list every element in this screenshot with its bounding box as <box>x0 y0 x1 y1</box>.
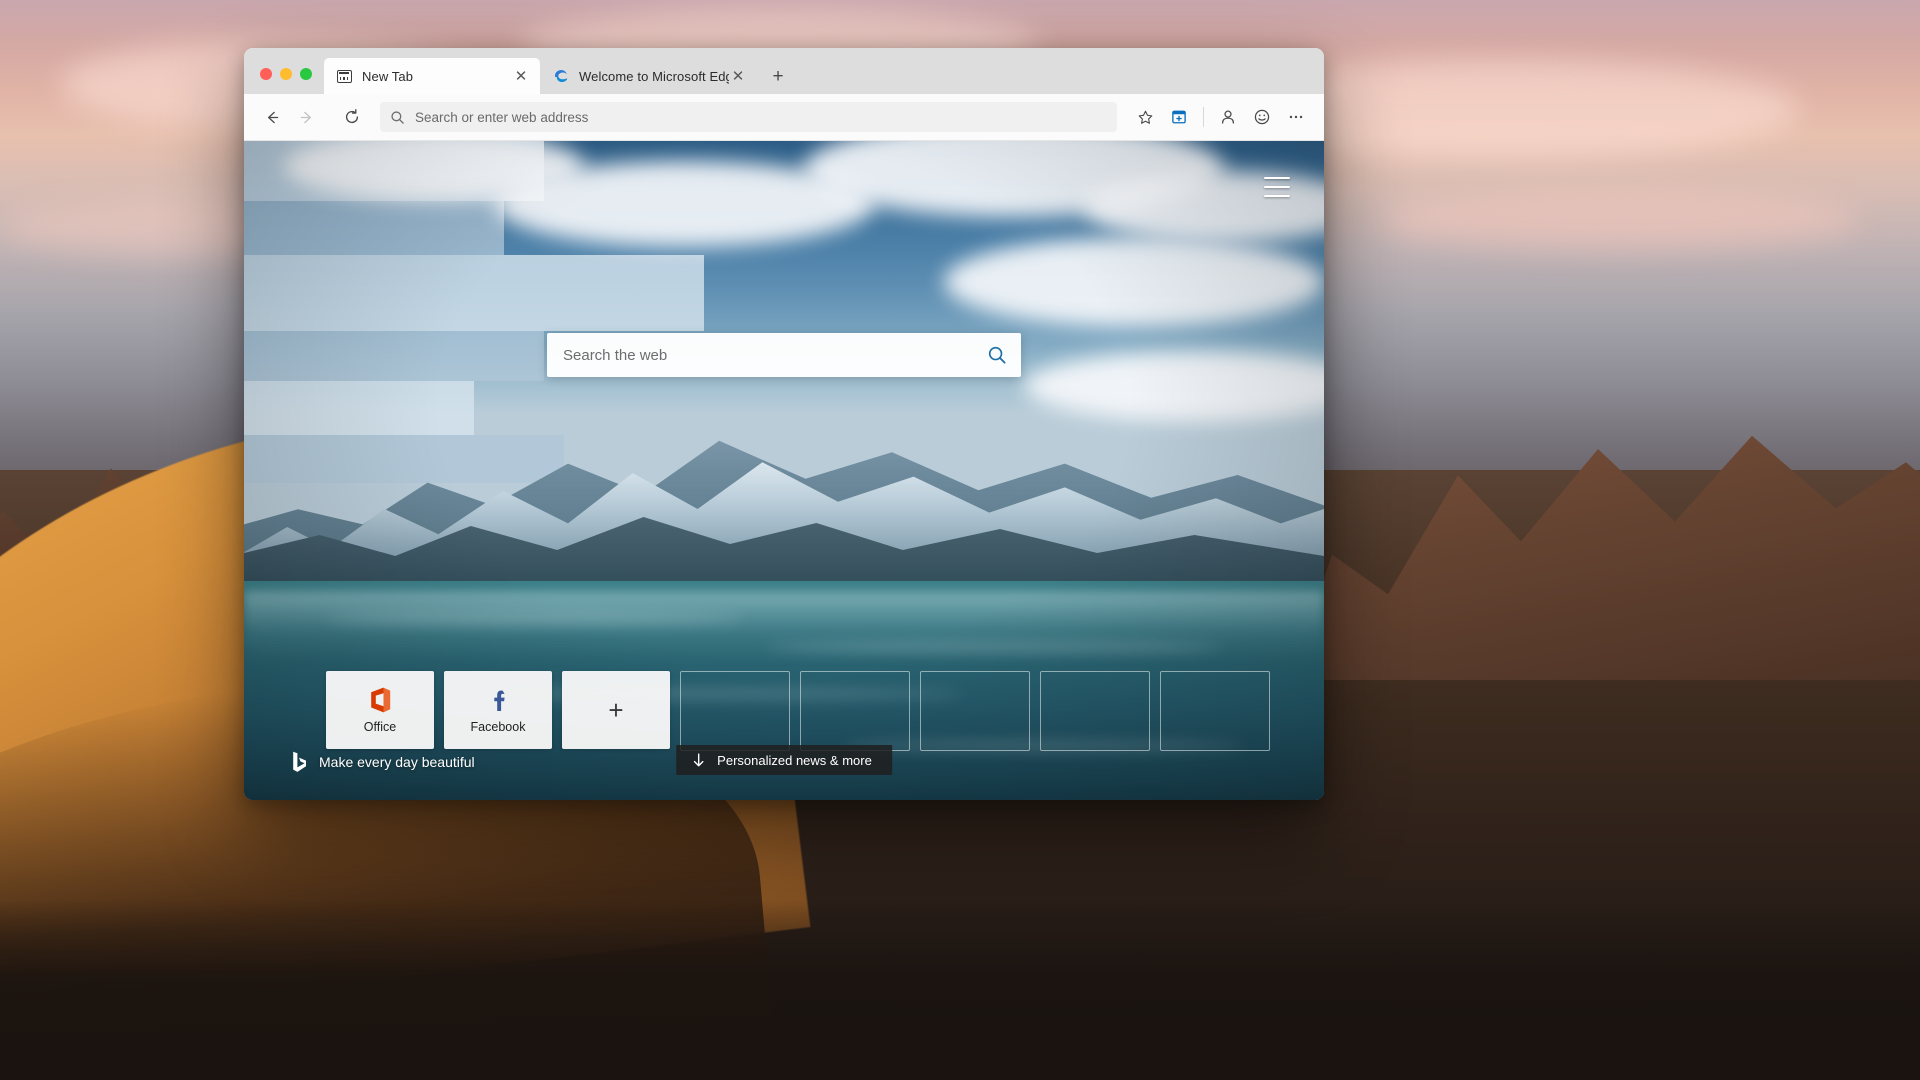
plus-icon: + <box>608 695 624 725</box>
browser-window: New Tab ✕ Welcome to Microsoft Edge Ca ✕… <box>244 48 1324 800</box>
tile-placeholder[interactable] <box>920 671 1030 751</box>
tab-strip: New Tab ✕ Welcome to Microsoft Edge Ca ✕… <box>244 48 1324 94</box>
tile-placeholder[interactable] <box>800 671 910 751</box>
web-search-input[interactable]: Search the web <box>563 347 987 364</box>
minimize-window-button[interactable] <box>280 68 292 80</box>
hamburger-icon[interactable] <box>1264 177 1290 197</box>
tab-title: New Tab <box>362 68 414 84</box>
wallpaper-foreground <box>0 900 1920 1080</box>
search-icon <box>390 110 405 125</box>
personalized-news-button[interactable]: Personalized news & more <box>676 745 892 775</box>
bing-tagline-text: Make every day beautiful <box>319 754 475 770</box>
new-tab-page: Search the web Office Facebook + Make ev… <box>244 141 1324 800</box>
feedback-button[interactable] <box>1246 101 1278 133</box>
web-search-box[interactable]: Search the web <box>547 333 1021 377</box>
tile-placeholder[interactable] <box>1160 671 1270 751</box>
wallpaper-cloud <box>1380 190 1860 250</box>
search-icon[interactable] <box>987 345 1007 365</box>
tile-placeholder[interactable] <box>1040 671 1150 751</box>
tab-new-tab[interactable]: New Tab ✕ <box>324 58 540 94</box>
tab-welcome-to-microsoft-edge[interactable]: Welcome to Microsoft Edge Ca ✕ <box>541 58 757 94</box>
back-button[interactable] <box>256 101 288 133</box>
tile-facebook[interactable]: Facebook <box>444 671 552 749</box>
address-bar[interactable]: Search or enter web address <box>380 102 1117 132</box>
maximize-window-button[interactable] <box>300 68 312 80</box>
browser-toolbar: Search or enter web address <box>244 94 1324 141</box>
address-input[interactable]: Search or enter web address <box>415 110 1107 125</box>
tile-label: Facebook <box>470 720 526 734</box>
new-tab-button[interactable]: + <box>764 62 792 90</box>
forward-button[interactable] <box>290 101 322 133</box>
toolbar-divider <box>1203 107 1204 127</box>
arrow-down-icon <box>692 752 705 768</box>
top-sites-tiles: Office Facebook + <box>326 671 1270 751</box>
tile-placeholder[interactable] <box>680 671 790 751</box>
close-window-button[interactable] <box>260 68 272 80</box>
facebook-icon <box>485 686 511 714</box>
desktop-background: New Tab ✕ Welcome to Microsoft Edge Ca ✕… <box>0 0 1920 1080</box>
close-icon[interactable]: ✕ <box>512 67 530 85</box>
favorite-button[interactable] <box>1129 101 1161 133</box>
newtab-icon <box>336 68 352 84</box>
tab-title: Welcome to Microsoft Edge Ca <box>579 68 729 84</box>
tile-office[interactable]: Office <box>326 671 434 749</box>
profile-button[interactable] <box>1212 101 1244 133</box>
settings-and-more-button[interactable] <box>1280 101 1312 133</box>
office-icon <box>367 686 393 714</box>
bing-tagline[interactable]: Make every day beautiful <box>292 751 475 773</box>
reload-button[interactable] <box>336 101 368 133</box>
bing-icon <box>292 751 307 773</box>
collections-button[interactable] <box>1163 101 1195 133</box>
personalized-news-label: Personalized news & more <box>717 752 872 768</box>
tile-add-site[interactable]: + <box>562 671 670 749</box>
edge-icon <box>553 68 569 84</box>
tile-label: Office <box>363 720 397 734</box>
close-icon[interactable]: ✕ <box>729 67 747 85</box>
window-controls <box>250 68 324 94</box>
